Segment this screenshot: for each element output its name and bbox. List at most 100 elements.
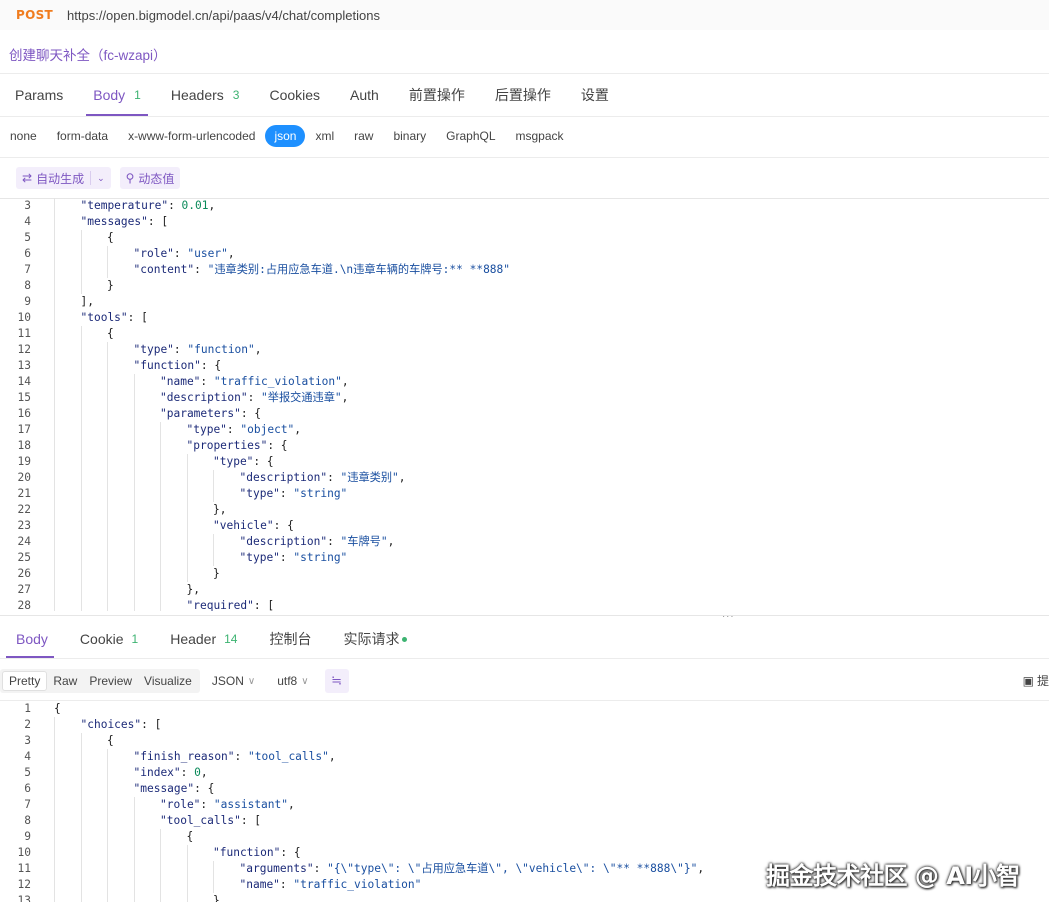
line-number: 11 bbox=[17, 862, 31, 875]
indent-guide bbox=[186, 470, 188, 486]
body-type-msgpack[interactable]: msgpack bbox=[506, 125, 574, 147]
indent-guide bbox=[133, 438, 135, 454]
auto-generate-button[interactable]: ⇄ 自动生成 ⌄ bbox=[16, 167, 111, 189]
indent-guide bbox=[54, 877, 55, 893]
indent-guide bbox=[80, 893, 82, 902]
indent-guide bbox=[107, 342, 108, 358]
request-url[interactable]: https://open.bigmodel.cn/api/paas/v4/cha… bbox=[67, 8, 380, 23]
body-type-form-data[interactable]: form-data bbox=[47, 125, 118, 147]
indent-guide bbox=[107, 877, 108, 893]
body-type-xml[interactable]: xml bbox=[305, 125, 344, 147]
request-body-editor[interactable]: 3 "temperature": 0.01, 4 "messages": [5{6 "r… bbox=[0, 198, 1049, 611]
tab-params[interactable]: Params bbox=[0, 74, 78, 116]
indent-guide bbox=[213, 861, 214, 877]
body-type-graphql[interactable]: GraphQL bbox=[436, 125, 505, 147]
body-type-json[interactable]: json bbox=[265, 125, 306, 147]
code-line: 11 { bbox=[0, 326, 1049, 342]
code-text: "content": "违章类别:占用应急车道.\n违章车辆的车牌号:** **… bbox=[133, 263, 511, 276]
view-pretty[interactable]: Pretty bbox=[2, 671, 48, 691]
tab-console[interactable]: 控制台 bbox=[253, 620, 327, 658]
body-type-binary[interactable]: binary bbox=[383, 125, 436, 147]
tab-count: 1 bbox=[134, 88, 141, 102]
indent-guide bbox=[186, 877, 188, 893]
body-type-raw[interactable]: raw bbox=[344, 125, 383, 147]
format-select[interactable]: JSON ∨ bbox=[208, 674, 259, 688]
indent-guide bbox=[186, 566, 188, 582]
code-text: "index": 0, bbox=[133, 766, 208, 779]
request-name[interactable]: 创建聊天补全（fc-wzapi） bbox=[9, 44, 167, 64]
indent-guide bbox=[107, 550, 108, 566]
line-number: 12 bbox=[17, 878, 31, 891]
code-line: 26} bbox=[0, 566, 1049, 582]
http-method[interactable]: POST bbox=[16, 8, 53, 22]
resize-handle[interactable]: ··· bbox=[722, 612, 735, 623]
code-text: "required": [ bbox=[186, 599, 275, 611]
tab-post-operations[interactable]: 后置操作 bbox=[480, 74, 566, 116]
encoding-value: utf8 bbox=[277, 674, 298, 688]
url-bar[interactable]: POST https://open.bigmodel.cn/api/paas/v… bbox=[0, 0, 1049, 30]
line-number: 22 bbox=[17, 503, 31, 516]
code-line: 24 "description": "车牌号", bbox=[0, 534, 1049, 550]
tab-settings[interactable]: 设置 bbox=[566, 74, 624, 116]
tab-response-body[interactable]: Body bbox=[0, 620, 64, 658]
indent-guide bbox=[186, 518, 188, 534]
line-number: 3 bbox=[24, 199, 31, 212]
wrap-lines-button[interactable]: ≒ bbox=[324, 669, 349, 693]
tab-response-cookie[interactable]: Cookie 1 bbox=[64, 620, 154, 658]
tab-cookies[interactable]: Cookies bbox=[254, 74, 335, 116]
tab-count: 14 bbox=[224, 632, 238, 646]
tab-body[interactable]: Body 1 bbox=[78, 74, 156, 116]
indent-guide bbox=[186, 534, 188, 550]
code-text: "type": { bbox=[213, 455, 274, 468]
body-type-none[interactable]: none bbox=[0, 125, 47, 147]
status-dot bbox=[402, 636, 408, 642]
line-number: 21 bbox=[17, 487, 31, 500]
line-number: 1 bbox=[24, 702, 31, 715]
request-tabs: Params Body 1 Headers 3 Cookies Auth 前置操作 … bbox=[0, 74, 624, 116]
code-text: { bbox=[107, 734, 114, 747]
indent-guide bbox=[80, 230, 82, 246]
tab-headers[interactable]: Headers 3 bbox=[156, 74, 255, 116]
indent-guide bbox=[107, 566, 108, 582]
indent-guide bbox=[80, 262, 82, 278]
tab-actual-request[interactable]: 实际请求 bbox=[327, 620, 423, 658]
indent-guide bbox=[160, 861, 161, 877]
indent-guide bbox=[54, 278, 55, 294]
tab-pre-operations[interactable]: 前置操作 bbox=[394, 74, 480, 116]
code-line: 22}, bbox=[0, 502, 1049, 518]
tab-label: Cookie bbox=[79, 631, 124, 647]
indent-guide bbox=[80, 422, 82, 438]
line-number: 26 bbox=[17, 567, 31, 580]
indent-guide bbox=[133, 845, 135, 861]
body-type-urlencoded[interactable]: x-www-form-urlencoded bbox=[118, 125, 265, 147]
dynamic-value-button[interactable]: ⚲ 动态值 bbox=[119, 167, 181, 189]
view-visualize[interactable]: Visualize bbox=[138, 671, 198, 691]
indent-guide bbox=[54, 566, 55, 582]
encoding-select[interactable]: utf8 ∨ bbox=[273, 674, 312, 688]
indent-guide bbox=[133, 470, 135, 486]
indent-guide bbox=[133, 422, 135, 438]
view-raw[interactable]: Raw bbox=[47, 671, 83, 691]
view-preview[interactable]: Preview bbox=[83, 671, 138, 691]
indent-guide bbox=[54, 534, 55, 550]
indent-guide bbox=[54, 342, 55, 358]
code-line: 8 "tool_calls": [ bbox=[0, 813, 1049, 829]
response-tabs: Body Cookie 1 Header 14 控制台 实际请求 bbox=[0, 620, 423, 658]
save-button[interactable]: ▣ 提 bbox=[1023, 672, 1049, 689]
chevron-down-icon[interactable]: ⌄ bbox=[97, 173, 105, 184]
indent-guide bbox=[107, 518, 108, 534]
code-line: 27}, bbox=[0, 582, 1049, 598]
indent-guide bbox=[54, 733, 55, 749]
line-number: 28 bbox=[17, 599, 31, 611]
line-number: 18 bbox=[17, 439, 31, 452]
tab-response-header[interactable]: Header 14 bbox=[154, 620, 253, 658]
indent-guide bbox=[107, 893, 108, 902]
indent-guide bbox=[186, 454, 188, 470]
code-text: "name": "traffic_violation" bbox=[239, 878, 422, 891]
chevron-down-icon: ∨ bbox=[301, 675, 309, 687]
indent-guide bbox=[80, 733, 82, 749]
indent-guide bbox=[133, 598, 135, 611]
indent-guide bbox=[80, 326, 82, 342]
code-text: "function": { bbox=[213, 846, 301, 859]
tab-auth[interactable]: Auth bbox=[335, 74, 394, 116]
